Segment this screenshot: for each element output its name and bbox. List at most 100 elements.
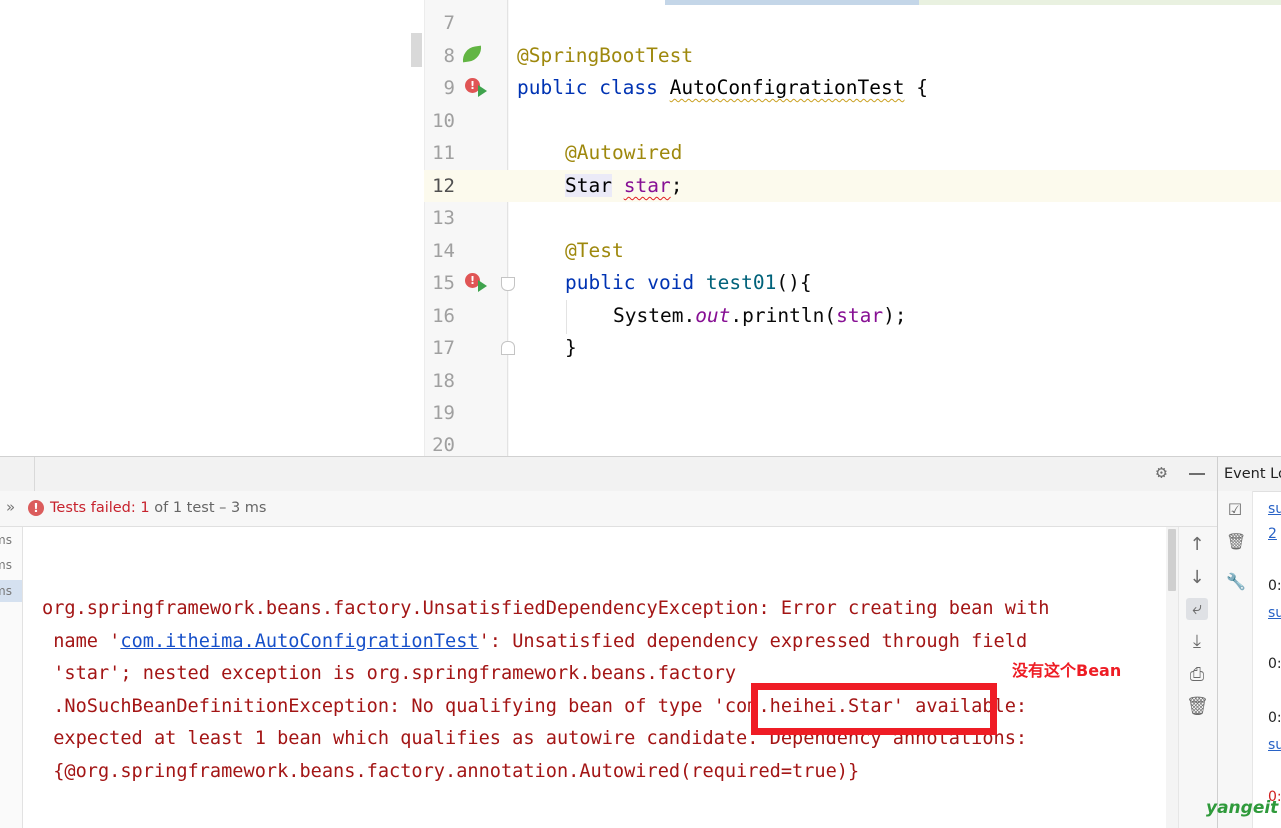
run-test-error-icon[interactable]: !: [465, 78, 491, 100]
test-tree: ms ms ms: [0, 527, 23, 828]
method-name[interactable]: test01: [706, 271, 776, 294]
event-log-link[interactable]: 2: [1268, 526, 1277, 542]
code-line-13[interactable]: 13: [424, 202, 1281, 234]
code-text: @Autowired: [565, 137, 682, 169]
keyword-class: class: [599, 76, 658, 99]
fold-open-icon[interactable]: [501, 277, 515, 291]
type-star[interactable]: Star: [565, 174, 612, 197]
gear-icon[interactable]: ⚙: [1156, 464, 1167, 482]
line-number: 11: [432, 142, 455, 164]
fold-close-icon[interactable]: [501, 341, 515, 355]
run-method-error-icon[interactable]: !: [465, 273, 491, 295]
system-class[interactable]: System.: [613, 304, 695, 327]
line-number: 18: [432, 370, 455, 392]
line-number: 16: [432, 305, 455, 327]
code-line-15[interactable]: 15 public void test01(){: [424, 267, 1281, 299]
mark-read-icon[interactable]: ☑: [1226, 501, 1244, 519]
wrench-icon[interactable]: 🔧: [1226, 573, 1246, 591]
code-line-10[interactable]: 10: [424, 105, 1281, 137]
method-params: (){: [776, 271, 812, 294]
code-line-16[interactable]: 16 System.out.println(star);: [424, 300, 1281, 332]
line-number: 19: [432, 402, 455, 424]
event-log-time: 0:52: [1268, 656, 1281, 672]
code-line-19[interactable]: 19: [424, 397, 1281, 429]
minimize-icon[interactable]: [1189, 473, 1205, 475]
open-brace: {: [904, 76, 928, 99]
code-line-20[interactable]: 20: [424, 429, 1281, 456]
tree-row-time[interactable]: ms: [0, 532, 22, 548]
event-log-title[interactable]: Event Log: [1224, 466, 1281, 482]
event-log-link[interactable]: su: [1268, 501, 1281, 517]
close-call: );: [883, 304, 907, 327]
arrow-up-icon[interactable]: ↑: [1186, 534, 1208, 556]
run-triangle-icon: [478, 85, 487, 97]
line-number: 9: [443, 77, 455, 99]
line-number: 14: [432, 240, 455, 262]
code-line-9[interactable]: 9 public class AutoConfigrationTest {: [424, 72, 1281, 104]
test-failed-icon: !: [28, 500, 44, 516]
static-out[interactable]: out: [695, 304, 730, 327]
println-call[interactable]: .println(: [730, 304, 836, 327]
class-name[interactable]: AutoConfigrationTest: [670, 76, 905, 99]
line-number: 10: [432, 110, 455, 132]
trash-icon[interactable]: 🗑: [1226, 533, 1246, 551]
class-link[interactable]: com.itheima.AutoConfigrationTest: [120, 631, 478, 652]
editor-tab-active-indicator[interactable]: [665, 0, 919, 5]
code-line-14[interactable]: 14 @Test: [424, 235, 1281, 267]
keyword-void: void: [647, 271, 695, 294]
project-panel-scrollbar[interactable]: [411, 33, 422, 67]
line-number: 15: [432, 272, 455, 294]
line-number: 13: [432, 207, 455, 229]
scroll-to-end-icon[interactable]: ⤓: [1186, 631, 1208, 653]
code-line-17[interactable]: 17 }: [424, 332, 1281, 364]
tree-row-time-selected[interactable]: ms: [0, 580, 22, 602]
project-panel: [0, 0, 424, 456]
event-log-link[interactable]: su: [1268, 737, 1281, 753]
semicolon: ;: [670, 174, 683, 197]
code-text: Star star;: [565, 170, 682, 202]
tree-row-time[interactable]: ms: [0, 557, 22, 573]
code-text: }: [565, 332, 577, 364]
test-annotation: @Test: [565, 239, 624, 262]
field-star[interactable]: star: [624, 174, 671, 197]
keyword-public: public: [517, 76, 588, 99]
console-line: 'star'; nested exception is org.springfr…: [42, 663, 737, 684]
failed-count: 1: [140, 500, 150, 516]
code-line-18[interactable]: 18: [424, 365, 1281, 397]
run-window-header: [0, 456, 1217, 492]
code-text: @Test: [565, 235, 624, 267]
trash-icon[interactable]: 🗑: [1186, 696, 1209, 718]
run-triangle-icon: [478, 280, 487, 292]
console-scrollbar-thumb[interactable]: [1168, 529, 1176, 591]
code-line-7[interactable]: 7: [424, 7, 1281, 39]
soft-wrap-icon[interactable]: ⤶: [1186, 598, 1208, 620]
code-text: public void test01(){: [565, 267, 812, 299]
test-status-text: Tests failed: 1 of 1 test – 3 ms: [50, 499, 266, 517]
event-log-header: Event Log: [1218, 456, 1281, 492]
console-line: {@org.springframework.beans.factory.anno…: [42, 761, 860, 782]
event-log-time: 0:52: [1268, 578, 1281, 594]
console-line: name 'com.itheima.AutoConfigrationTest':…: [42, 631, 1028, 652]
close-brace: }: [565, 336, 577, 359]
tests-failed-label: Tests failed:: [50, 500, 136, 516]
line-number: 12: [432, 175, 455, 197]
line-number: 8: [443, 45, 455, 67]
line-number: 17: [432, 337, 455, 359]
event-log-time: 0:54: [1268, 710, 1281, 726]
event-log-link[interactable]: su: [1268, 605, 1281, 621]
line-number: 7: [443, 12, 455, 34]
arg-star[interactable]: star: [836, 304, 883, 327]
code-line-11[interactable]: 11 @Autowired: [424, 137, 1281, 169]
print-icon[interactable]: ⎙: [1186, 664, 1208, 686]
code-line-8[interactable]: 8 @SpringBootTest: [424, 40, 1281, 72]
annotation-note: 没有这个Bean: [1012, 661, 1122, 680]
watermark: yangeit: [1206, 798, 1279, 818]
status-summary: of 1 test – 3 ms: [154, 500, 267, 516]
header-tab-separator: [34, 457, 35, 491]
editor-tab-strip: [508, 0, 1281, 6]
code-line-12-current[interactable]: 12 Star star;: [424, 170, 1281, 202]
arrow-down-icon[interactable]: ↓: [1186, 567, 1208, 589]
editor-tab-inactive[interactable]: [919, 0, 1281, 5]
code-text: System.out.println(star);: [613, 300, 907, 332]
double-chevron-icon[interactable]: »: [6, 498, 15, 516]
